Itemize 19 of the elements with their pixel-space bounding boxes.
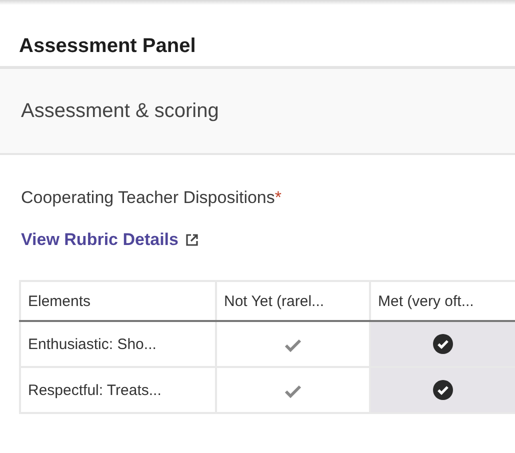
external-link-icon: [185, 233, 200, 247]
column-header: Elements: [20, 281, 216, 321]
column-header: Not Yet (rarel...: [216, 281, 370, 321]
rating-cell[interactable]: [370, 367, 515, 413]
check-circle-icon: [433, 380, 453, 400]
rubric-link[interactable]: View Rubric Details: [21, 230, 178, 250]
table-cell: Enthusiastic: Sho...: [20, 321, 216, 367]
check-circle-icon: [433, 334, 453, 354]
panel-title: Assessment Panel: [19, 35, 196, 58]
section-header[interactable]: Assessment & scoring: [0, 66, 515, 155]
rating-cell[interactable]: [216, 321, 370, 367]
required-mark: *: [274, 188, 282, 207]
rating-cell[interactable]: [370, 321, 515, 367]
check-icon: [284, 338, 302, 352]
section-title: Assessment & scoring: [21, 100, 219, 122]
rating-cell[interactable]: [216, 367, 370, 413]
table-cell: Respectful: Treats...: [20, 367, 216, 413]
rubric-label: Cooperating Teacher Dispositions: [21, 188, 275, 208]
check-icon: [284, 384, 302, 398]
